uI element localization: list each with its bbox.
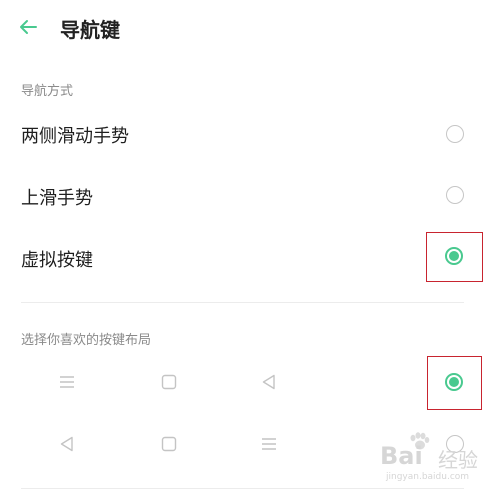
nav-option-label: 虚拟按键 — [21, 250, 93, 271]
radio-button[interactable] — [446, 125, 464, 143]
home-square-icon — [161, 374, 177, 390]
header: 导航键 — [0, 0, 500, 52]
menu-icon — [262, 438, 276, 450]
home-square-icon — [161, 436, 177, 452]
watermark-suffix: 经验 — [438, 448, 478, 472]
watermark-logo: Bai — [380, 442, 423, 470]
nav-option-label: 上滑手势 — [21, 188, 93, 209]
radio-button-selected[interactable] — [445, 373, 463, 391]
radio-button-selected[interactable] — [445, 247, 463, 265]
nav-method-section-title: 导航方式 — [21, 84, 74, 99]
page-title: 导航键 — [60, 18, 120, 42]
back-triangle-icon — [60, 436, 73, 452]
back-triangle-icon — [262, 374, 275, 390]
layout-option-row[interactable] — [0, 362, 500, 402]
menu-icon — [60, 376, 74, 388]
divider — [21, 302, 464, 303]
arrow-left-icon[interactable] — [16, 15, 40, 39]
radio-button[interactable] — [446, 186, 464, 204]
divider — [21, 488, 464, 489]
layout-section-title: 选择你喜欢的按键布局 — [21, 333, 152, 348]
nav-option-label: 两侧滑动手势 — [21, 126, 129, 147]
watermark: Bai 经验 jingyan.baidu.com — [378, 432, 490, 486]
watermark-url: jingyan.baidu.com — [386, 472, 470, 482]
